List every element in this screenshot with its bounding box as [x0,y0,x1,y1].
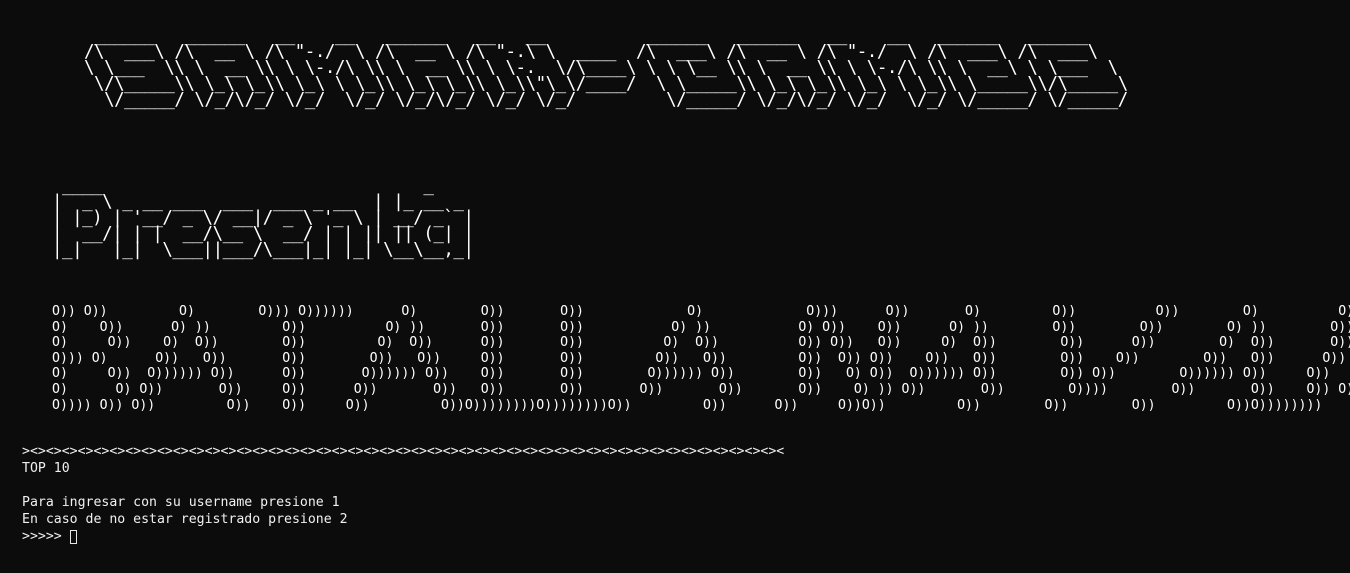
saman-games-ascii-title: ______ ______ __ __ ______ __ __ ______ … [84,26,1128,110]
register-option-text: En caso de no estar registrado presione … [22,512,348,527]
login-option-text: Para ingresar con su username presione 1 [22,495,340,510]
input-prompt-line[interactable]: >>>>> [22,528,784,545]
window-top-edge [0,0,1350,2]
terminal-window: ______ ______ __ __ ______ __ __ ______ … [0,0,1350,573]
text-cursor[interactable] [69,529,77,544]
top10-label: TOP 10 [22,461,70,476]
separator-line: ><><><><><><><><><><><><><><><><><><><><… [22,444,785,459]
console-output: ><><><><><><><><><><><><><><><><><><><><… [22,443,784,545]
batalla-naval-ascii-art: O)) O)) O) O))) O)))))) O) O)) O)) O) O)… [52,304,1350,413]
prompt-symbol: >>>>> [22,529,62,544]
presenta-ascii-text: ____ _ | _ \ _ __ ___ ___ ___ _ __ | |_ … [52,176,474,260]
